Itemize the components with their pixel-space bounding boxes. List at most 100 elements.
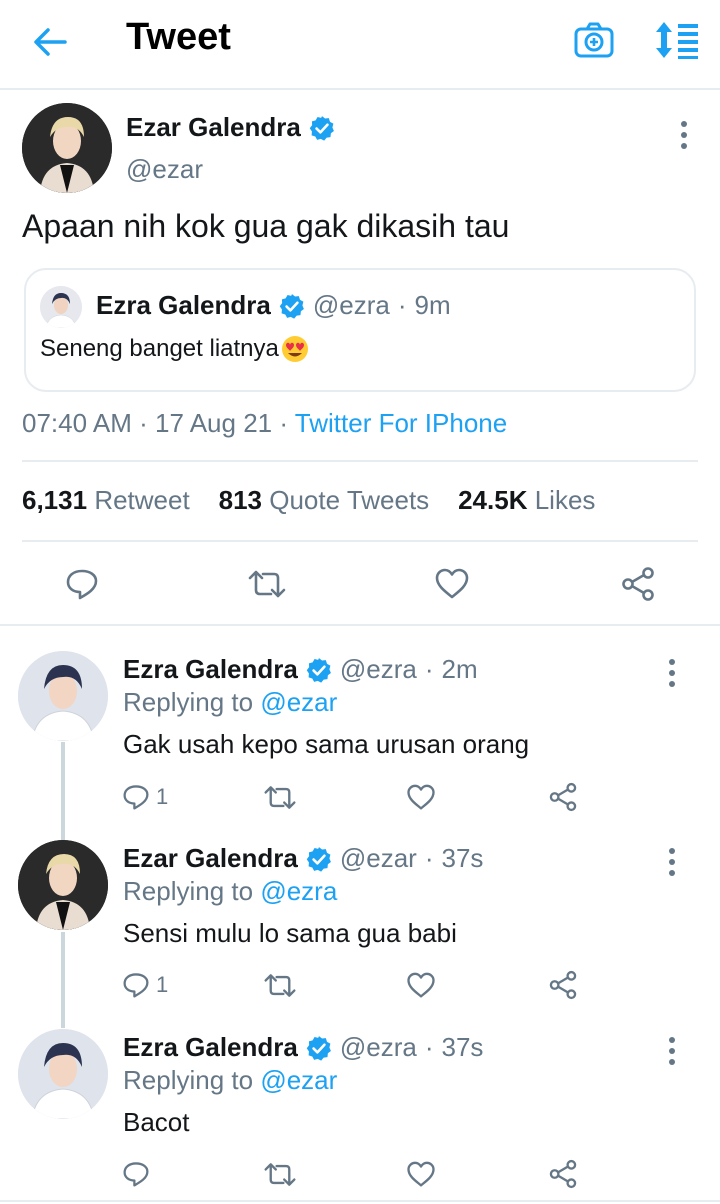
separator-dot: · bbox=[424, 843, 434, 873]
author-name-text: Ezar Galendra bbox=[126, 112, 301, 142]
heart-eyes-emoji-icon bbox=[281, 336, 308, 362]
more-options-button[interactable] bbox=[662, 845, 682, 879]
like-button[interactable] bbox=[405, 780, 437, 814]
tweet-meta: 07:40 AM · 17 Aug 21 · Twitter For IPhon… bbox=[22, 408, 507, 439]
reply-icon bbox=[123, 1162, 149, 1187]
retweet-button[interactable] bbox=[244, 562, 290, 606]
share-button[interactable] bbox=[547, 968, 579, 1002]
reply-icon bbox=[66, 569, 98, 600]
reply-author-handle: @ezar bbox=[339, 843, 417, 873]
reply-button[interactable] bbox=[60, 562, 104, 606]
back-button[interactable] bbox=[30, 22, 70, 62]
share-button[interactable] bbox=[547, 780, 579, 814]
reply-header: Ezar Galendra @ezar · 37s bbox=[123, 843, 483, 874]
camera-plus-icon bbox=[574, 22, 614, 58]
share-icon bbox=[622, 567, 654, 601]
quoted-tweet-header: Ezra Galendra @ezra · 9m bbox=[96, 290, 451, 321]
profile-photo bbox=[18, 1029, 108, 1119]
retweet-icon bbox=[264, 785, 296, 809]
more-vertical-icon bbox=[681, 121, 687, 149]
replying-to-link[interactable]: @ezar bbox=[260, 1065, 337, 1095]
quotes-stat[interactable]: 813 Quote Tweets bbox=[219, 485, 430, 515]
replying-to-label: Replying to bbox=[123, 1065, 254, 1095]
tweet-time: 07:40 AM bbox=[22, 408, 132, 438]
more-options-button[interactable] bbox=[662, 1034, 682, 1068]
verified-badge-icon bbox=[306, 846, 331, 872]
avatar[interactable] bbox=[18, 840, 108, 930]
thread-line bbox=[61, 932, 65, 1028]
replying-to-label: Replying to bbox=[123, 687, 254, 717]
heart-icon bbox=[407, 1161, 435, 1187]
heart-icon bbox=[407, 784, 435, 809]
retweet-button[interactable] bbox=[262, 968, 298, 1002]
quoted-avatar bbox=[40, 286, 82, 328]
more-options-button[interactable] bbox=[674, 118, 694, 152]
reply-button[interactable] bbox=[122, 1157, 150, 1191]
replying-to-link[interactable]: @ezar bbox=[260, 687, 337, 717]
quoted-author-name[interactable]: Ezra Galendra bbox=[96, 290, 271, 321]
replying-to-link[interactable]: @ezra bbox=[260, 876, 337, 906]
separator-dot: · bbox=[424, 654, 434, 684]
reply-author-name[interactable]: Ezra Galendra bbox=[123, 1032, 298, 1063]
replying-to: Replying to @ezra bbox=[123, 876, 337, 907]
reply-button[interactable]: 1 bbox=[122, 968, 168, 1002]
replying-to: Replying to @ezar bbox=[123, 1065, 337, 1096]
author-handle[interactable]: @ezar bbox=[126, 154, 203, 185]
divider bbox=[22, 540, 698, 542]
verified-badge-icon bbox=[306, 657, 331, 683]
top-bar: Tweet bbox=[0, 0, 720, 90]
share-button[interactable] bbox=[616, 562, 660, 606]
sort-button[interactable] bbox=[654, 20, 700, 60]
share-icon bbox=[549, 782, 577, 812]
avatar[interactable] bbox=[18, 651, 108, 741]
share-icon bbox=[549, 1159, 577, 1189]
divider bbox=[0, 624, 720, 626]
avatar[interactable] bbox=[18, 1029, 108, 1119]
reply-author-name[interactable]: Ezra Galendra bbox=[123, 654, 298, 685]
likes-stat[interactable]: 24.5K Likes bbox=[458, 485, 595, 515]
like-button[interactable] bbox=[430, 562, 474, 606]
likes-label: Likes bbox=[534, 485, 596, 515]
like-button[interactable] bbox=[405, 1157, 437, 1191]
reply-author-handle: @ezra bbox=[339, 654, 417, 684]
like-button[interactable] bbox=[405, 968, 437, 1002]
reply-author-name[interactable]: Ezar Galendra bbox=[123, 843, 298, 874]
retweets-label: Retweet bbox=[94, 485, 190, 515]
reply-count: 1 bbox=[156, 784, 169, 809]
retweet-icon bbox=[248, 570, 286, 598]
profile-photo bbox=[18, 651, 108, 741]
verified-badge-icon bbox=[279, 293, 304, 319]
tweet-text: Apaan nih kok gua gak dikasih tau bbox=[22, 208, 510, 244]
reply-text: Bacot bbox=[123, 1107, 190, 1137]
more-options-button[interactable] bbox=[662, 656, 682, 690]
more-vertical-icon bbox=[669, 659, 675, 687]
divider bbox=[0, 1200, 720, 1202]
retweet-button[interactable] bbox=[262, 1157, 298, 1191]
retweets-stat[interactable]: 6,131 Retweet bbox=[22, 485, 190, 515]
author-name[interactable]: Ezar Galendra bbox=[126, 112, 335, 143]
separator-dot: · bbox=[279, 408, 289, 438]
page-title: Tweet bbox=[126, 16, 231, 58]
reply-icon bbox=[123, 785, 149, 810]
reply-button[interactable]: 1 bbox=[122, 780, 168, 814]
retweet-button[interactable] bbox=[262, 780, 298, 814]
reply-time: 37s bbox=[441, 1032, 484, 1062]
avatar[interactable] bbox=[22, 103, 112, 193]
tweet-date: 17 Aug 21 bbox=[155, 408, 273, 438]
quoted-time: 9m bbox=[414, 290, 451, 320]
reply-time: 2m bbox=[441, 654, 478, 684]
reply-header: Ezra Galendra @ezra · 37s bbox=[123, 1032, 483, 1063]
share-button[interactable] bbox=[547, 1157, 579, 1191]
more-vertical-icon bbox=[669, 848, 675, 876]
camera-button[interactable] bbox=[574, 20, 614, 60]
thread-line bbox=[61, 742, 65, 840]
reply-header: Ezra Galendra @ezra · 2m bbox=[123, 654, 478, 685]
tweet-source-link[interactable]: Twitter For IPhone bbox=[295, 408, 507, 438]
back-arrow-icon bbox=[34, 28, 67, 56]
sort-icon bbox=[656, 22, 698, 59]
quoted-tweet-card[interactable] bbox=[24, 268, 696, 392]
reply-count: 1 bbox=[156, 972, 169, 997]
quoted-author-handle: @ezra bbox=[312, 290, 390, 320]
quotes-count: 813 bbox=[218, 485, 262, 515]
separator-dot: · bbox=[139, 408, 148, 438]
